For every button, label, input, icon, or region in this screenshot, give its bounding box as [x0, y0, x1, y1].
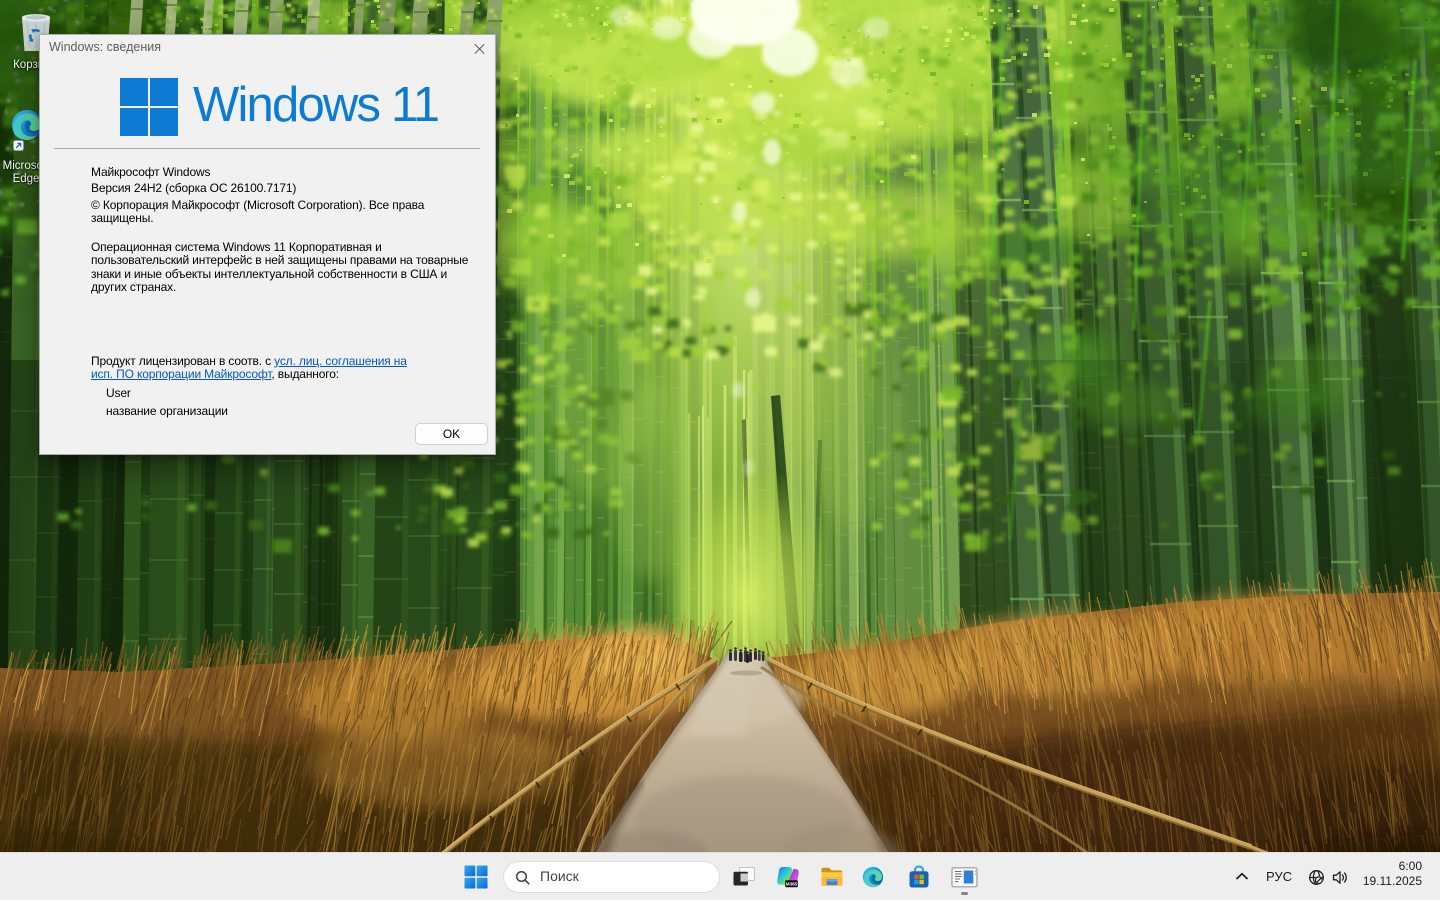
svg-text:M365: M365 — [786, 882, 798, 887]
